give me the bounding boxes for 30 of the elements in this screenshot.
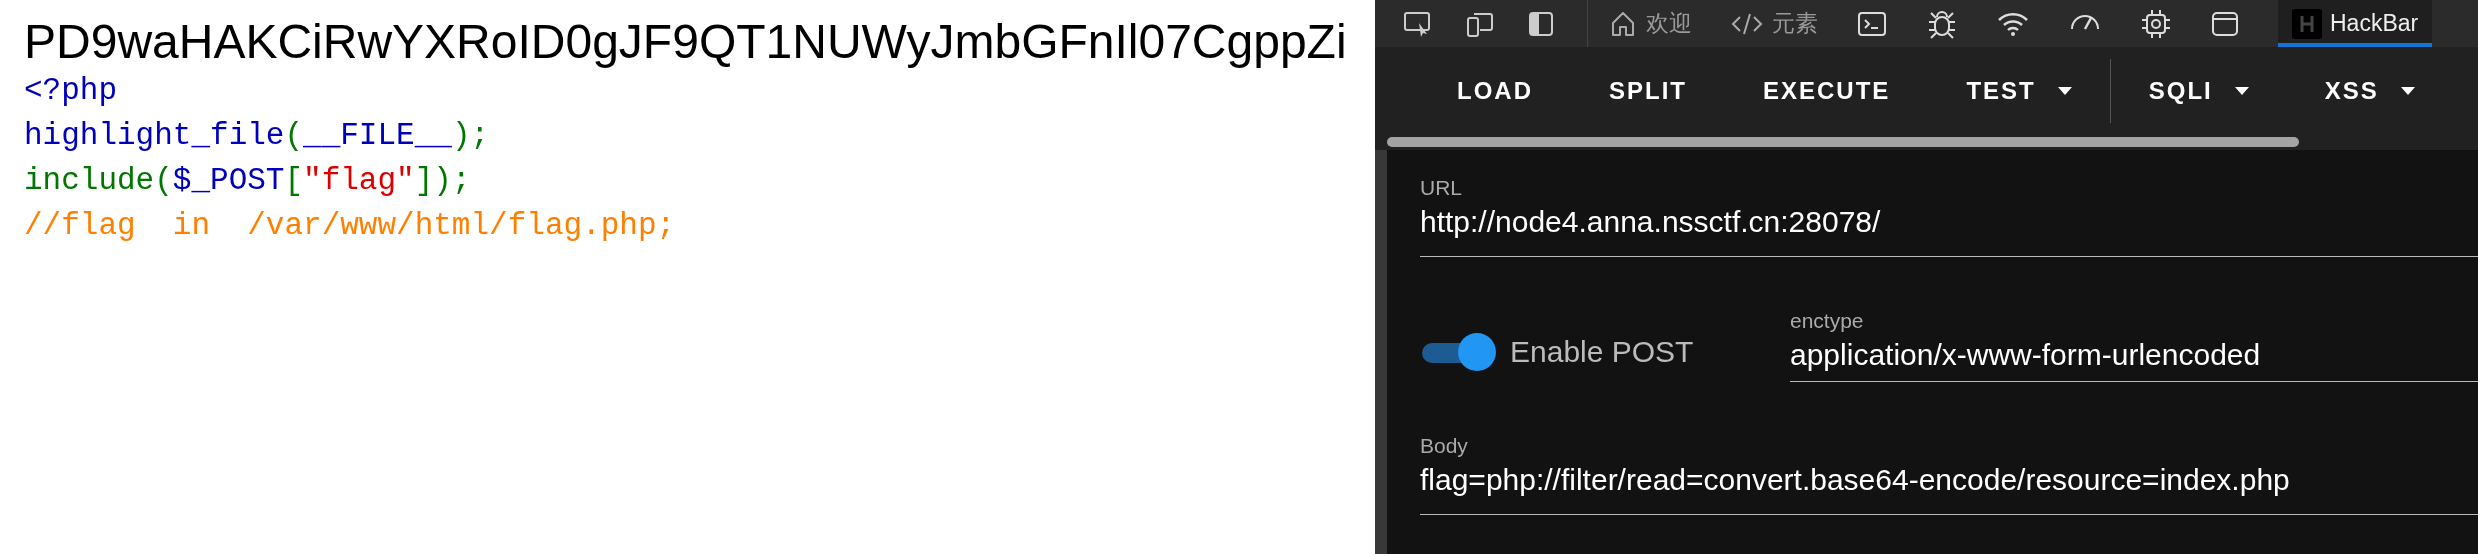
- url-field[interactable]: URL http://node4.anna.nssctf.cn:28078/: [1420, 174, 2478, 257]
- toggle-label: Enable POST: [1510, 335, 1694, 369]
- toggle-switch[interactable]: [1420, 332, 1496, 372]
- page-heading: PD9waHAKCiRwYXRoID0gJF9QT1NUWyJmbGFnIl07CgppZi: [24, 18, 1347, 66]
- toolbar-button[interactable]: EXECUTE: [1725, 65, 1929, 117]
- caret-icon: [2057, 87, 2072, 95]
- caret-icon: [2400, 87, 2415, 95]
- enctype-field[interactable]: enctype application/x-www-form-urlencoded: [1790, 307, 2478, 382]
- body-field[interactable]: Body flag=php://filter/read=convert.base64-encode/resource=index.php: [1420, 432, 2478, 515]
- toolbar-button[interactable]: XSS: [2286, 65, 2453, 117]
- devtools-tab[interactable]: 欢迎: [1608, 0, 1692, 47]
- code-line: <?php: [24, 72, 117, 110]
- toolbar-button[interactable]: SQLI: [2110, 65, 2287, 117]
- hackbar-tab[interactable]: HackBar: [2278, 0, 2433, 47]
- tab-label: HackBar: [2330, 10, 2419, 37]
- sidebar-icon[interactable]: [1527, 9, 1555, 38]
- devtools-tab[interactable]: 元素: [1730, 0, 1818, 47]
- toolbar-button[interactable]: LOAD: [1419, 65, 1571, 117]
- code-line: highlight_file(__FILE__);: [24, 117, 490, 155]
- inspect-icon[interactable]: [1403, 9, 1433, 38]
- chip-icon: [2140, 7, 2172, 40]
- scrollbar-thumb[interactable]: [1387, 137, 2299, 147]
- code-line: include($_POST["flag"]);: [24, 162, 471, 200]
- caret-icon: [2234, 87, 2249, 95]
- tab-label: 欢迎: [1646, 9, 1692, 38]
- toolbar-button[interactable]: TEST: [1928, 65, 2110, 117]
- code-line: //flag in /var/www/html/flag.php;: [24, 207, 676, 245]
- tab-label: 元素: [1772, 9, 1818, 38]
- toolbar-button[interactable]: SPLIT: [1571, 65, 1725, 117]
- app-icon: [2292, 8, 2322, 39]
